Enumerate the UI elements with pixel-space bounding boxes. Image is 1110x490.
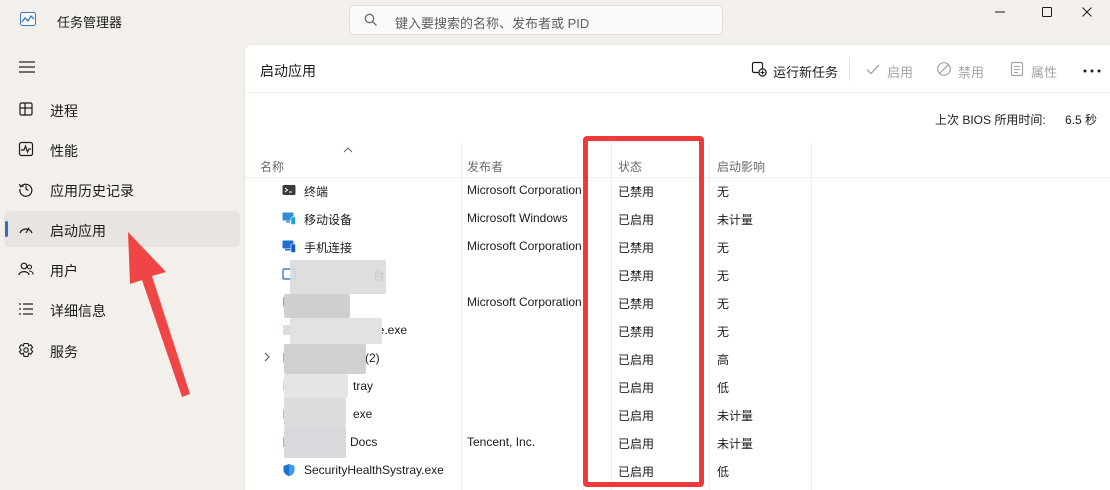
column-header-name[interactable]: 名称	[260, 158, 284, 175]
blur-mask	[284, 374, 348, 398]
sidebar-item-label: 性能	[50, 143, 78, 159]
panel-header: 启动应用 运行新任务 启用 禁用 属性	[245, 45, 1110, 93]
close-icon	[1082, 7, 1092, 17]
maximize-icon	[1042, 7, 1052, 17]
blur-mask	[290, 318, 382, 344]
sidebar-item-label: 详细信息	[50, 303, 106, 319]
app-impact: 无	[717, 185, 730, 199]
title-bar: 任务管理器 键入要搜索的名称、发布者或 PID	[0, 0, 1110, 40]
blur-mask	[284, 398, 346, 426]
active-indicator	[5, 221, 8, 237]
startup-apps-icon	[19, 227, 33, 234]
column-header-impact[interactable]: 启动影响	[717, 158, 765, 175]
terminal-icon	[282, 185, 296, 195]
sidebar-item-performance[interactable]: 性能	[4, 131, 240, 167]
column-header-publisher[interactable]: 发布者	[467, 158, 503, 175]
toolbar-divider	[849, 57, 850, 81]
app-impact: 未计量	[717, 409, 754, 423]
status-highlight-box	[583, 136, 704, 487]
sidebar-item-label: 启动应用	[50, 223, 106, 239]
minimize-button[interactable]	[977, 0, 1023, 24]
sidebar-item-app-history[interactable]: 应用历史记录	[4, 171, 240, 207]
app-name: SecurityHealthSystray.exe	[304, 463, 444, 477]
app-history-icon	[18, 183, 33, 197]
app-impact: 低	[717, 381, 730, 395]
task-manager-icon	[20, 12, 36, 26]
sidebar-item-label: 应用历史记录	[50, 183, 134, 199]
search-box[interactable]: 键入要搜索的名称、发布者或 PID	[349, 5, 723, 35]
disable-label: 禁用	[958, 65, 985, 80]
processes-icon	[19, 102, 33, 116]
blur-mask	[290, 260, 386, 294]
app-impact: 高	[717, 353, 730, 367]
properties-label: 属性	[1031, 65, 1058, 80]
chevron-right-icon[interactable]	[263, 352, 271, 362]
hamburger-menu-icon[interactable]	[18, 60, 36, 74]
app-name: 终端	[304, 185, 329, 199]
app-impact: 无	[717, 269, 730, 283]
more-options-icon[interactable]	[1083, 69, 1101, 73]
app-impact: 未计量	[717, 213, 754, 227]
app-publisher: Microsoft Windows	[467, 211, 568, 225]
checkmark-icon	[866, 64, 880, 75]
sidebar-item-label: 进程	[50, 103, 78, 119]
sidebar-item-label: 服务	[50, 344, 78, 360]
run-new-task-icon	[751, 61, 767, 77]
bios-time-value: 6.5 秒	[1065, 113, 1098, 127]
search-placeholder: 键入要搜索的名称、发布者或 PID	[395, 16, 590, 31]
properties-icon	[1010, 61, 1024, 77]
block-icon	[937, 62, 951, 76]
app-impact: 无	[717, 325, 730, 339]
minimize-icon	[995, 11, 1005, 13]
enable-label: 启用	[887, 65, 914, 80]
app-name: Docs	[350, 435, 378, 449]
blur-mask	[284, 344, 366, 374]
app-impact: 低	[717, 465, 730, 479]
app-publisher: Tencent, Inc.	[467, 435, 536, 449]
app-name: exe	[353, 407, 373, 421]
sidebar-item-processes[interactable]: 进程	[4, 91, 240, 127]
performance-icon	[18, 141, 34, 157]
users-icon	[18, 262, 34, 276]
page-title: 启动应用	[260, 63, 316, 79]
app-publisher: Microsoft Corporation	[467, 183, 582, 197]
details-icon	[19, 303, 33, 315]
phone-link-icon	[282, 240, 296, 253]
app-name: tray	[353, 379, 374, 393]
app-name: 手机连接	[304, 241, 353, 255]
app-impact: 无	[717, 297, 730, 311]
mobile-devices-icon	[282, 212, 296, 225]
sidebar-item-label: 用户	[50, 263, 78, 279]
security-shield-icon	[283, 464, 295, 477]
app-publisher: Microsoft Corporation	[467, 295, 582, 309]
app-impact: 无	[717, 241, 730, 255]
app-publisher: Microsoft Corporation	[467, 239, 582, 253]
close-button[interactable]	[1064, 0, 1110, 24]
services-icon	[18, 342, 34, 358]
sort-ascending-icon	[343, 147, 353, 153]
annotation-arrow	[128, 232, 190, 397]
blur-mask	[284, 426, 346, 458]
blur-mask	[284, 294, 350, 318]
app-title: 任务管理器	[57, 15, 123, 30]
bios-time-label: 上次 BIOS 所用时间:	[935, 113, 1046, 127]
search-icon	[364, 13, 377, 26]
app-impact: 未计量	[717, 437, 754, 451]
run-new-task-label: 运行新任务	[773, 65, 839, 80]
app-name: 移动设备	[304, 213, 353, 227]
